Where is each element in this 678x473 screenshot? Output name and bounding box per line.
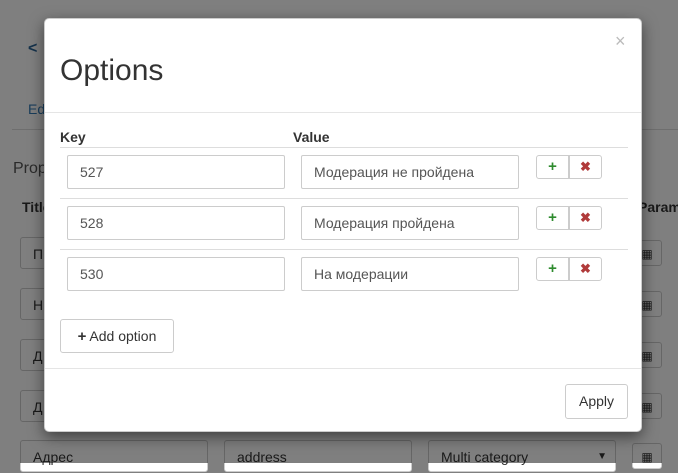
close-icon[interactable]: × xyxy=(615,32,626,50)
row-actions: + ✖ xyxy=(536,257,603,281)
option-value-input[interactable] xyxy=(301,206,519,240)
apply-button[interactable]: Apply xyxy=(565,384,628,419)
add-option-button[interactable]: + Add option xyxy=(60,319,174,353)
divider xyxy=(45,368,641,369)
plus-icon: + xyxy=(77,328,87,345)
option-key-input[interactable] xyxy=(67,155,285,189)
options-modal: Options × Key Value + ✖ + ✖ + ✖ +Add opt… xyxy=(44,18,642,432)
divider xyxy=(60,198,628,199)
add-option-label: Add option xyxy=(89,328,157,344)
row-actions: + ✖ xyxy=(536,206,603,230)
option-key-input[interactable] xyxy=(67,206,285,240)
column-header-value: Value xyxy=(293,129,330,145)
divider xyxy=(60,249,628,250)
divider xyxy=(60,147,628,148)
modal-header: Options × xyxy=(45,19,641,113)
row-actions: + ✖ xyxy=(536,155,603,179)
remove-icon[interactable]: ✖ xyxy=(569,257,602,281)
remove-icon[interactable]: ✖ xyxy=(569,206,602,230)
modal-title: Options xyxy=(60,54,164,87)
remove-icon[interactable]: ✖ xyxy=(569,155,602,179)
option-key-input[interactable] xyxy=(67,257,285,291)
plus-icon[interactable]: + xyxy=(536,206,569,230)
option-value-input[interactable] xyxy=(301,155,519,189)
column-header-key: Key xyxy=(60,129,86,145)
option-value-input[interactable] xyxy=(301,257,519,291)
plus-icon[interactable]: + xyxy=(536,155,569,179)
plus-icon[interactable]: + xyxy=(536,257,569,281)
